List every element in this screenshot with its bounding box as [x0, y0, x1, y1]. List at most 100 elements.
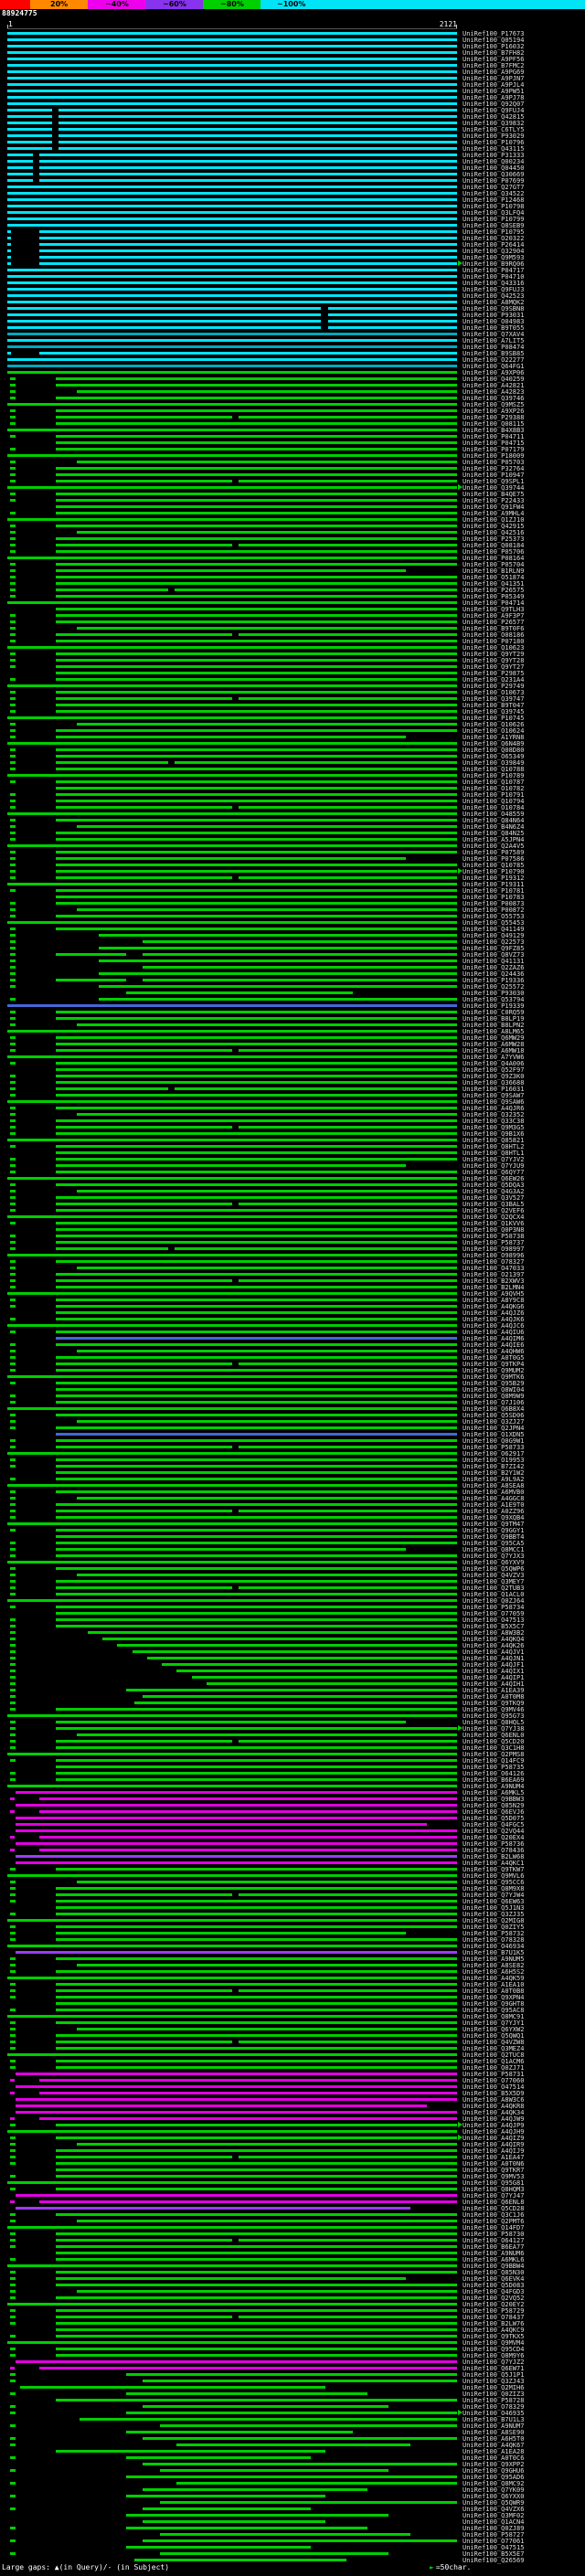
hit-bar[interactable]	[56, 2316, 232, 2318]
hit-bar[interactable]	[56, 1394, 457, 1397]
hit-bar[interactable]	[56, 2175, 457, 2178]
hit-bar[interactable]	[238, 416, 457, 419]
hit-bar[interactable]	[56, 614, 457, 617]
hit-bar[interactable]	[56, 409, 457, 412]
hit-bar[interactable]	[143, 966, 457, 969]
hit-bar[interactable]	[10, 2380, 16, 2382]
hit-bar[interactable]	[98, 947, 457, 949]
hit-bar[interactable]	[98, 959, 457, 962]
hit-bar[interactable]	[56, 1094, 457, 1097]
hit-bar[interactable]	[56, 787, 457, 790]
hit-bar[interactable]	[7, 313, 322, 316]
hit-bar[interactable]	[7, 339, 457, 342]
hit-bar[interactable]	[7, 96, 457, 99]
hit-bar[interactable]	[162, 1663, 457, 1666]
hit-bar[interactable]	[117, 1644, 457, 1647]
hit-bar[interactable]	[77, 1497, 457, 1500]
hit-bar[interactable]	[10, 1663, 16, 1666]
hit-bar[interactable]	[10, 953, 16, 956]
hit-bar[interactable]	[56, 1075, 457, 1077]
hit-bar[interactable]	[56, 1388, 457, 1391]
hit-bar[interactable]	[159, 2533, 410, 2536]
hit-bar[interactable]	[10, 2392, 16, 2395]
hit-bar[interactable]	[10, 1964, 16, 1966]
hit-bar[interactable]	[238, 1740, 457, 1743]
hit-bar[interactable]	[7, 429, 457, 431]
hit-bar[interactable]	[10, 864, 16, 866]
hit-bar[interactable]	[159, 2552, 389, 2555]
hit-bar[interactable]	[7, 1324, 457, 1327]
hit-bar[interactable]	[7, 70, 457, 73]
hit-bar[interactable]	[56, 838, 457, 841]
hit-bar[interactable]	[10, 1970, 16, 1973]
hit-bar[interactable]	[175, 1087, 457, 1090]
hit-bar[interactable]	[56, 1356, 457, 1359]
hit-bar[interactable]	[7, 275, 457, 278]
hit-bar[interactable]	[38, 230, 457, 233]
hit-bar[interactable]	[10, 1574, 16, 1576]
hit-bar[interactable]	[56, 1145, 457, 1148]
hit-bar[interactable]	[10, 1318, 16, 1320]
hit-bar[interactable]	[56, 473, 457, 476]
hit-bar[interactable]	[10, 2047, 16, 2050]
hit-bar[interactable]	[56, 2450, 325, 2453]
hit-bar[interactable]	[7, 262, 12, 265]
hit-bar[interactable]	[7, 2130, 457, 2133]
hit-bar[interactable]	[77, 2143, 457, 2146]
hit-bar[interactable]	[10, 1362, 16, 1365]
hit-bar[interactable]	[10, 1164, 16, 1167]
hit-bar[interactable]	[56, 1759, 457, 1762]
hit-bar[interactable]	[10, 979, 16, 981]
hit-bar[interactable]	[10, 2239, 16, 2242]
hit-bar[interactable]	[10, 1094, 16, 1097]
hit-bar[interactable]	[143, 2520, 325, 2523]
hit-bar[interactable]	[10, 2066, 16, 2069]
hit-bar[interactable]	[56, 870, 457, 873]
hit-bar[interactable]	[10, 998, 16, 1001]
hit-bar[interactable]	[56, 876, 232, 879]
hit-bar[interactable]	[38, 243, 457, 246]
hit-bar[interactable]	[10, 2373, 16, 2376]
hit-bar[interactable]	[56, 793, 457, 796]
hit-bar[interactable]	[10, 2335, 16, 2337]
hit-bar[interactable]	[56, 1465, 457, 1468]
hit-bar[interactable]	[10, 1209, 16, 1212]
hit-bar[interactable]	[10, 1580, 16, 1583]
hit-bar[interactable]	[56, 1196, 457, 1199]
hit-bar[interactable]	[238, 697, 457, 700]
hit-bar[interactable]	[56, 1529, 457, 1532]
hit-bar[interactable]	[56, 2399, 457, 2401]
hit-bar[interactable]	[38, 2092, 457, 2094]
hit-bar[interactable]	[10, 1836, 15, 1839]
hit-bar[interactable]	[56, 729, 457, 732]
hit-bar[interactable]	[10, 2213, 16, 2216]
hit-bar[interactable]	[77, 1574, 457, 1576]
hit-bar[interactable]	[10, 889, 16, 892]
hit-bar[interactable]	[10, 2424, 16, 2427]
hit-bar[interactable]	[56, 2149, 457, 2152]
hit-bar[interactable]	[10, 461, 16, 463]
hit-bar[interactable]	[56, 1222, 457, 1224]
hit-bar[interactable]	[10, 1183, 16, 1186]
hit-bar[interactable]	[7, 1977, 457, 1979]
hit-bar[interactable]	[38, 256, 457, 259]
hit-bar[interactable]	[56, 780, 457, 783]
hit-bar[interactable]	[56, 1126, 232, 1129]
hit-bar[interactable]	[143, 2437, 457, 2440]
hit-bar[interactable]	[7, 64, 457, 67]
hit-bar[interactable]	[56, 2047, 457, 2050]
hit-bar[interactable]	[10, 582, 16, 585]
hit-bar[interactable]	[7, 230, 12, 233]
hit-bar[interactable]	[7, 1522, 457, 1525]
hit-bar[interactable]	[56, 1209, 457, 1212]
hit-bar[interactable]	[10, 2232, 16, 2235]
hit-bar[interactable]	[10, 473, 16, 476]
hit-bar[interactable]	[56, 397, 457, 399]
hit-bar[interactable]	[7, 211, 457, 214]
hit-bar[interactable]	[238, 1586, 457, 1589]
hit-bar[interactable]	[77, 2028, 457, 2030]
hit-bar[interactable]	[143, 953, 457, 956]
hit-bar[interactable]	[10, 1957, 16, 1960]
hit-bar[interactable]	[56, 1433, 457, 1436]
hit-bar[interactable]	[56, 1043, 457, 1045]
